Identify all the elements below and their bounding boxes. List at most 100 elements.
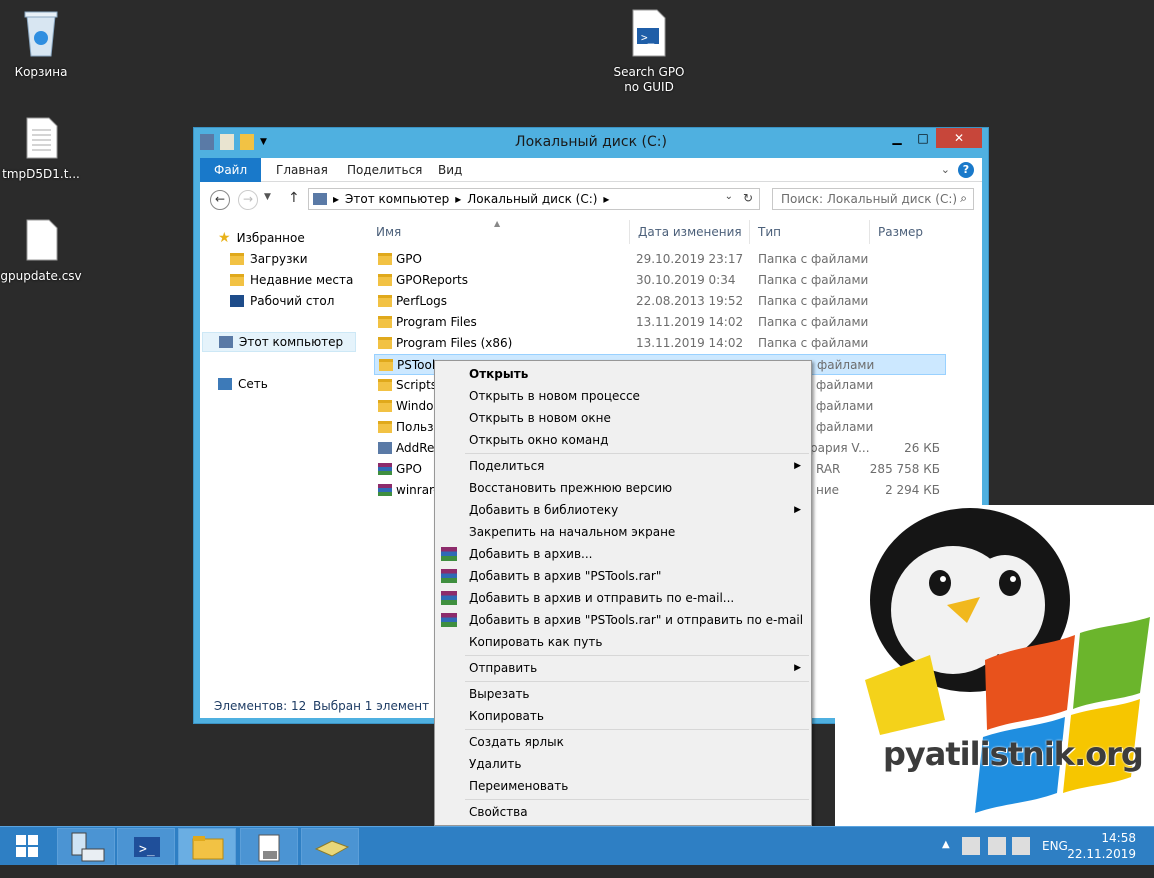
tab-share[interactable]: Поделиться bbox=[333, 158, 436, 182]
window-controls: ▁ □ ✕ bbox=[884, 128, 982, 148]
help-icon[interactable]: ? bbox=[958, 162, 974, 178]
menu-item-label: Добавить в архив "PSTools.rar" и отправи… bbox=[469, 613, 804, 627]
search-input[interactable]: Поиск: Локальный диск (C:) ⌕ bbox=[772, 188, 974, 210]
menu-item-open-new-process[interactable]: Открыть в новом процессе bbox=[435, 385, 811, 407]
column-header-size[interactable]: Размер bbox=[870, 220, 950, 244]
menu-item-restore-version[interactable]: Восстановить прежнюю версию bbox=[435, 477, 811, 499]
downloads-icon bbox=[230, 253, 244, 265]
tab-file[interactable]: Файл bbox=[200, 158, 262, 182]
server-manager-icon bbox=[71, 832, 105, 862]
table-row[interactable]: Program Files 13.11.2019 14:02 Папка с ф… bbox=[374, 312, 946, 333]
start-button[interactable] bbox=[0, 827, 56, 865]
back-button[interactable]: ← bbox=[210, 190, 230, 210]
menu-item-add-archive-email[interactable]: Добавить в архив и отправить по e-mail..… bbox=[435, 587, 811, 609]
desktop-icon-recycle-bin[interactable]: Корзина bbox=[0, 8, 86, 80]
menu-item-copy[interactable]: Копировать bbox=[435, 705, 811, 727]
windows-logo-icon bbox=[16, 835, 38, 857]
menu-item-label: Добавить в библиотеку bbox=[469, 503, 619, 517]
column-header-date[interactable]: Дата изменения bbox=[630, 220, 750, 244]
row-type: файлами bbox=[816, 399, 874, 413]
winrar-icon bbox=[441, 547, 457, 561]
tab-view[interactable]: Вид bbox=[424, 158, 476, 182]
desktop-icon-tmp-file[interactable]: tmpD5D1.t... bbox=[0, 116, 86, 182]
nav-favorites[interactable]: ★ Избранное bbox=[218, 228, 305, 248]
table-row[interactable]: GPOReports 30.10.2019 0:34 Папка с файла… bbox=[374, 270, 946, 291]
menu-item-create-shortcut[interactable]: Создать ярлык bbox=[435, 731, 811, 753]
close-button[interactable]: ✕ bbox=[936, 128, 982, 148]
menu-item-label: Добавить в архив "PSTools.rar" bbox=[469, 569, 662, 583]
ribbon-tabs: Файл Главная Поделиться Вид ⌄ ? bbox=[200, 158, 982, 182]
nav-network[interactable]: Сеть bbox=[218, 374, 268, 394]
menu-item-open-command-window[interactable]: Открыть окно команд bbox=[435, 429, 811, 451]
taskbar-server-manager[interactable] bbox=[57, 828, 115, 865]
recycle-bin-icon bbox=[24, 11, 58, 57]
table-row[interactable]: Program Files (x86) 13.11.2019 14:02 Пап… bbox=[374, 333, 946, 354]
network-status-icon[interactable] bbox=[988, 837, 1006, 855]
recent-locations-icon[interactable]: ▼ bbox=[264, 192, 271, 202]
tray-show-hidden-icon[interactable]: ▲ bbox=[942, 839, 950, 878]
row-date: 29.10.2019 23:17 bbox=[636, 252, 744, 266]
breadcrumb-this-pc[interactable]: Этот компьютер bbox=[345, 192, 449, 206]
menu-item-open[interactable]: Открыть bbox=[435, 363, 811, 385]
expand-ribbon-icon[interactable]: ⌄ bbox=[941, 163, 950, 176]
column-header-name[interactable]: ▲ Имя bbox=[368, 219, 630, 244]
menu-item-open-new-window[interactable]: Открыть в новом окне bbox=[435, 407, 811, 429]
nav-label: Сеть bbox=[238, 377, 268, 391]
nav-desktop[interactable]: Рабочий стол bbox=[230, 291, 334, 311]
volume-icon[interactable] bbox=[1012, 837, 1030, 855]
title-bar[interactable]: ▼ Локальный диск (C:) ▁ □ ✕ bbox=[194, 128, 988, 158]
powershell-icon: >_ bbox=[134, 837, 160, 857]
refresh-icon[interactable]: ↻ bbox=[743, 191, 753, 205]
nav-label: Избранное bbox=[236, 231, 305, 245]
item-count: Элементов: 12 bbox=[214, 699, 307, 713]
svg-text:>_: >_ bbox=[139, 842, 155, 857]
tab-home[interactable]: Главная bbox=[262, 158, 342, 182]
table-row[interactable]: PerfLogs 22.08.2013 19:52 Папка с файлам… bbox=[374, 291, 946, 312]
taskbar-powershell[interactable]: >_ bbox=[117, 828, 175, 865]
nav-downloads[interactable]: Загрузки bbox=[230, 249, 308, 269]
nav-this-pc[interactable]: Этот компьютер bbox=[202, 332, 356, 352]
search-icon: ⌕ bbox=[960, 191, 967, 205]
action-center-icon[interactable] bbox=[962, 837, 980, 855]
menu-item-send-to[interactable]: Отправить ▶ bbox=[435, 657, 811, 679]
menu-item-label: Отправить bbox=[469, 661, 538, 675]
language-indicator[interactable]: ENG bbox=[1042, 839, 1068, 878]
table-row[interactable]: GPO 29.10.2019 23:17 Папка с файлами bbox=[374, 249, 946, 270]
taskbar-document-app[interactable] bbox=[240, 828, 298, 865]
menu-item-add-to-library[interactable]: Добавить в библиотеку ▶ bbox=[435, 499, 811, 521]
row-name: Scripts bbox=[396, 378, 438, 392]
menu-item-delete[interactable]: Удалить bbox=[435, 753, 811, 775]
address-bar[interactable]: ▸ Этот компьютер ▸ Локальный диск (C:) ▸… bbox=[308, 188, 760, 210]
row-type: файлами bbox=[816, 378, 874, 392]
menu-item-add-archive[interactable]: Добавить в архив... bbox=[435, 543, 811, 565]
column-header-type[interactable]: Тип bbox=[750, 220, 870, 244]
taskbar-file-explorer[interactable] bbox=[178, 828, 236, 865]
breadcrumb-local-disk[interactable]: Локальный диск (C:) bbox=[467, 192, 597, 206]
maximize-button[interactable]: □ bbox=[910, 128, 936, 148]
forward-button[interactable]: → bbox=[238, 190, 258, 210]
taskbar-archive-app[interactable] bbox=[301, 828, 359, 865]
nav-recent[interactable]: Недавние места bbox=[230, 270, 353, 290]
rar-archive-icon bbox=[378, 463, 392, 475]
menu-item-properties[interactable]: Свойства bbox=[435, 801, 811, 823]
menu-item-copy-as-path[interactable]: Копировать как путь bbox=[435, 631, 811, 653]
desktop-icon-search-gpo-script[interactable]: >_ Search GPO no GUID bbox=[604, 8, 694, 95]
menu-item-pin-start[interactable]: Закрепить на начальном экране bbox=[435, 521, 811, 543]
row-name: AddRe bbox=[396, 441, 435, 455]
up-button[interactable]: ↑ bbox=[288, 190, 300, 206]
row-type: RAR bbox=[816, 462, 841, 476]
folder-icon bbox=[378, 400, 392, 412]
menu-item-add-pstools-rar[interactable]: Добавить в архив "PSTools.rar" bbox=[435, 565, 811, 587]
desktop-icon-label: gpupdate.csv bbox=[0, 269, 82, 283]
menu-item-rename[interactable]: Переименовать bbox=[435, 775, 811, 797]
menu-item-add-pstools-rar-email[interactable]: Добавить в архив "PSTools.rar" и отправи… bbox=[435, 609, 811, 631]
menu-item-share[interactable]: Поделиться ▶ bbox=[435, 455, 811, 477]
powershell-script-icon: >_ bbox=[632, 9, 666, 57]
clock[interactable]: 14:58 22.11.2019 bbox=[1067, 830, 1136, 862]
desktop-icon-gpupdate-csv[interactable]: gpupdate.csv bbox=[0, 218, 86, 284]
minimize-button[interactable]: ▁ bbox=[884, 128, 910, 148]
row-type: Папка с файлами bbox=[758, 336, 869, 350]
address-dropdown-icon[interactable]: ⌄ bbox=[725, 191, 733, 202]
row-name: GPO bbox=[396, 462, 422, 476]
menu-item-cut[interactable]: Вырезать bbox=[435, 683, 811, 705]
